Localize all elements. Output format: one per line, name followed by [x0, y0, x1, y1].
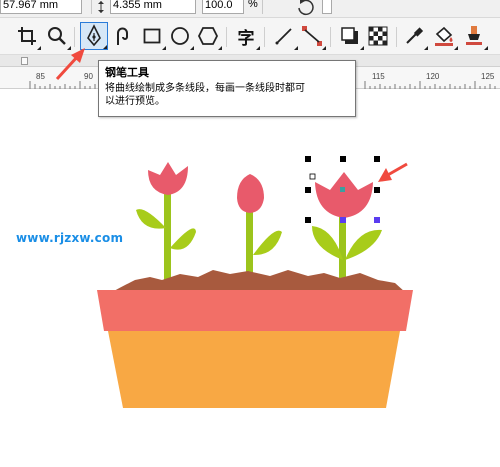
annotation-arrow-icon	[55, 48, 85, 81]
selection-origin-marker	[309, 173, 316, 180]
connector-icon	[302, 26, 322, 46]
soil	[112, 270, 405, 292]
tooltip-title: 钢笔工具	[105, 67, 149, 79]
right-flower	[312, 172, 382, 280]
curve-hook-icon	[117, 27, 128, 45]
flyout-indicator	[322, 46, 326, 50]
tooltip-description-line2: 以进行预览。	[105, 96, 165, 107]
divider	[262, 0, 263, 14]
pen-tool-tooltip: 钢笔工具 将曲线绘制成多条线段，每画一条线段时都可 以进行预览。	[98, 60, 356, 117]
rotation-icon	[298, 0, 314, 16]
ellipse-tool[interactable]	[166, 22, 194, 50]
eyedropper-tool[interactable]	[400, 22, 428, 50]
ellipse-icon	[171, 27, 189, 45]
middle-flower	[237, 174, 282, 280]
magnifier-icon	[48, 27, 66, 45]
checkerboard-icon	[368, 26, 388, 46]
flyout-indicator	[484, 46, 488, 50]
drawing-canvas[interactable]: www.rjzxw.com	[0, 90, 500, 467]
watermark-text: www.rjzxw.com	[16, 231, 124, 245]
property-bar: 57.967 mm 4.355 mm 100.0 %	[0, 0, 500, 18]
tooltip-description-line1: 将曲线绘制成多条线段，每画一条线段时都可	[105, 83, 305, 94]
flyout-indicator	[424, 46, 428, 50]
center-marker	[340, 187, 345, 192]
rectangle-tool[interactable]	[138, 22, 166, 50]
text-tool[interactable]: 字	[232, 22, 260, 50]
left-flower	[136, 162, 196, 280]
scale-unit: %	[248, 0, 258, 10]
rectangle-icon	[143, 28, 161, 44]
eyedropper-icon	[406, 27, 424, 44]
crop-tool[interactable]	[13, 22, 41, 50]
zi-character-icon: 字	[237, 28, 255, 49]
connector-tool[interactable]	[298, 22, 326, 50]
canvas-annotation-arrow	[378, 162, 408, 182]
polygon-tool[interactable]	[194, 22, 222, 50]
smart-fill-icon	[466, 26, 482, 45]
flower-pot-illustration	[97, 156, 413, 408]
transparency-tool[interactable]	[364, 22, 392, 50]
rotation-field[interactable]	[322, 0, 332, 14]
document-tab[interactable]	[21, 57, 28, 65]
flyout-indicator	[218, 46, 222, 50]
pot-rim	[97, 290, 413, 331]
object-height-field[interactable]: 4.355 mm	[110, 0, 196, 14]
interactive-fill-tool[interactable]	[430, 22, 458, 50]
divider	[396, 27, 397, 47]
flyout-indicator	[37, 46, 41, 50]
divider	[264, 27, 265, 47]
node-marker	[374, 217, 380, 223]
flyout-indicator	[103, 45, 107, 49]
height-arrow-icon	[98, 1, 104, 13]
object-width-field[interactable]: 57.967 mm	[0, 0, 82, 14]
pot-body	[108, 331, 400, 408]
shadow-square-icon	[341, 27, 358, 44]
artistic-media-tool[interactable]	[108, 22, 136, 50]
smart-fill-tool[interactable]	[460, 22, 488, 50]
divider	[91, 0, 92, 14]
flyout-indicator	[454, 46, 458, 50]
node-marker	[340, 217, 346, 223]
crop-icon	[18, 27, 36, 45]
hexagon-icon	[197, 27, 219, 45]
flyout-indicator	[256, 46, 260, 50]
drop-shadow-tool[interactable]	[336, 22, 364, 50]
diagonal-line-icon	[275, 28, 292, 45]
divider	[330, 27, 331, 47]
scale-field[interactable]: 100.0	[202, 0, 244, 14]
divider	[226, 27, 227, 47]
fill-bucket-icon	[435, 26, 453, 46]
parallel-dimension-tool[interactable]	[270, 22, 298, 50]
